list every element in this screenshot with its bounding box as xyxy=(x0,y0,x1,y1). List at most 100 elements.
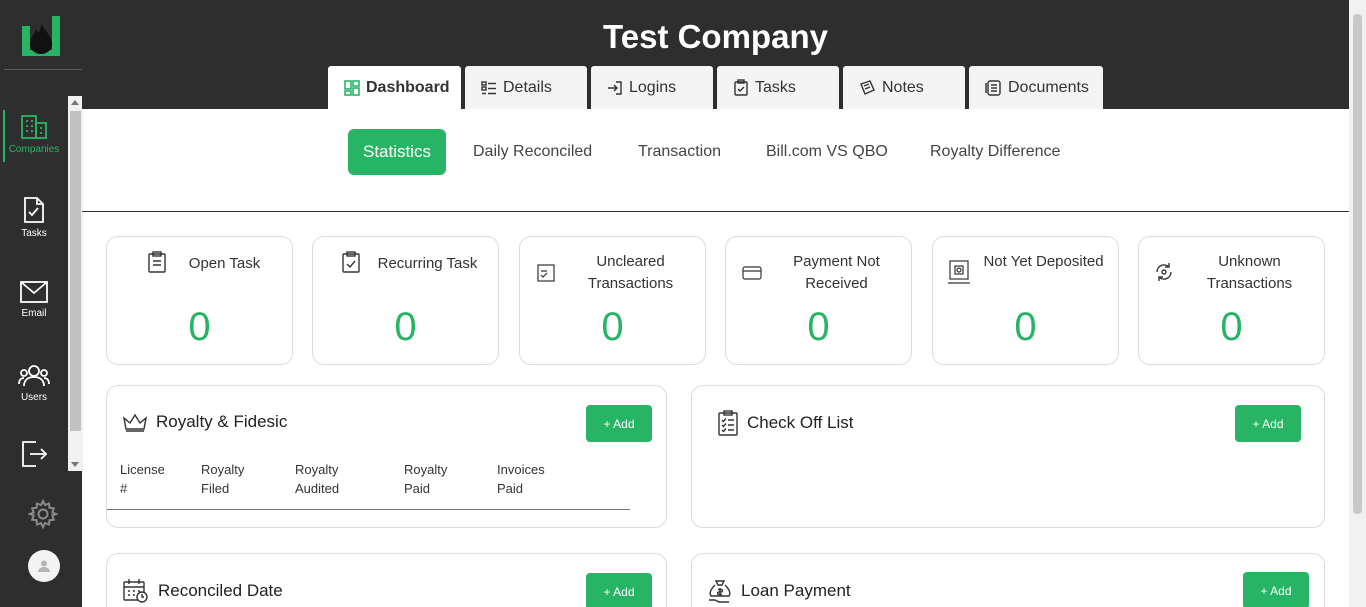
app-logo-icon[interactable] xyxy=(22,16,60,56)
stat-card-uncleared-transactions[interactable]: Uncleared Transactions 0 xyxy=(519,236,706,365)
scroll-down-icon[interactable] xyxy=(71,462,79,467)
user-avatar-icon xyxy=(38,560,50,572)
tab-label: Notes xyxy=(882,78,924,96)
stat-value: 0 xyxy=(601,305,624,349)
subtab-billcom-vs-qbo[interactable]: Bill.com VS QBO xyxy=(766,129,888,175)
stat-title: Not Yet Deposited xyxy=(983,253,1104,270)
sidebar-item-label: Email xyxy=(21,308,47,319)
building-icon xyxy=(21,115,47,139)
sidebar-item-tasks[interactable]: Tasks xyxy=(0,196,68,239)
subtab-transaction[interactable]: Transaction xyxy=(638,129,721,175)
scrollbar-thumb[interactable] xyxy=(70,111,81,431)
stat-title: Recurring Task xyxy=(377,255,478,272)
money-hand-icon xyxy=(709,580,731,603)
scroll-up-icon[interactable] xyxy=(71,100,79,105)
clipboard-check-icon xyxy=(734,79,748,96)
documents-icon xyxy=(985,80,1001,96)
panel-title-text: Check Off List xyxy=(747,413,854,432)
deposit-icon xyxy=(948,260,970,284)
table-divider xyxy=(107,509,630,510)
users-icon xyxy=(18,365,50,387)
stat-title: Open Task xyxy=(188,255,261,272)
subtab-daily-reconciled[interactable]: Daily Reconciled xyxy=(473,129,592,175)
stat-value: 0 xyxy=(1014,305,1037,349)
tab-dashboard[interactable]: Dashboard xyxy=(328,66,461,109)
logout-icon xyxy=(22,441,48,467)
header-line: Paid xyxy=(404,481,431,496)
header-line: # xyxy=(120,481,128,496)
avatar[interactable] xyxy=(28,550,60,582)
tab-tasks[interactable]: Tasks xyxy=(717,66,839,109)
header-line: Royalty xyxy=(404,462,448,477)
stat-card-unknown-transactions[interactable]: Unknown Transactions 0 xyxy=(1138,236,1325,365)
panel-title-text: Reconciled Date xyxy=(158,581,283,600)
add-reconciled-button[interactable]: + Add xyxy=(586,573,652,607)
column-header-royalty-paid[interactable]: Royalty Paid xyxy=(404,460,447,498)
sidebar-scrollbar[interactable] xyxy=(68,96,83,471)
tab-label: Dashboard xyxy=(366,78,450,96)
loan-payment-panel: Loan Payment + Add xyxy=(691,553,1325,607)
sidebar-item-companies[interactable]: Companies xyxy=(0,110,68,162)
add-loan-button[interactable]: + Add xyxy=(1243,572,1309,607)
tab-label: Tasks xyxy=(755,78,796,96)
check-off-list-panel: Check Off List + Add xyxy=(691,385,1325,528)
panel-title-text: Loan Payment xyxy=(741,581,851,600)
crown-icon xyxy=(122,413,148,432)
header-line: Filed xyxy=(201,481,230,496)
refresh-icon xyxy=(1156,263,1172,281)
header-line: License xyxy=(120,462,165,477)
task-doc-icon xyxy=(24,197,44,223)
header-line: Audited xyxy=(295,481,340,496)
subtab-royalty-difference[interactable]: Royalty Difference xyxy=(930,129,1060,175)
tab-logins[interactable]: Logins xyxy=(591,66,713,109)
stat-card-payment-not-received[interactable]: Payment Not Received 0 xyxy=(725,236,912,365)
royalty-fidesic-panel: Royalty & Fidesic + Add License # Royalt… xyxy=(106,385,667,528)
card-icon xyxy=(742,266,762,280)
stat-card-not-yet-deposited[interactable]: Not Yet Deposited 0 xyxy=(932,236,1119,365)
stat-title: Payment Not Received xyxy=(793,253,880,292)
page-scrollbar[interactable] xyxy=(1349,0,1366,607)
column-header-royalty-filed[interactable]: Royalty Filed xyxy=(201,460,244,498)
gear-icon[interactable] xyxy=(28,499,58,529)
tab-label: Details xyxy=(503,78,552,96)
panel-title: Reconciled Date xyxy=(122,578,283,604)
sidebar-item-label: Tasks xyxy=(21,228,47,239)
add-royalty-button[interactable]: + Add xyxy=(586,405,652,442)
clipboard-icon xyxy=(148,251,166,273)
tab-label: Documents xyxy=(1008,78,1089,96)
panel-title: Royalty & Fidesic xyxy=(122,412,287,432)
list-details-icon xyxy=(481,80,496,94)
clipboard-check-icon xyxy=(342,251,360,273)
stat-title: Unknown Transactions xyxy=(1206,253,1293,292)
tab-notes[interactable]: Notes xyxy=(843,66,965,109)
checklist-icon xyxy=(537,264,555,282)
logout-button[interactable] xyxy=(0,440,68,472)
reconciled-date-panel: Reconciled Date + Add xyxy=(106,553,667,607)
column-header-license[interactable]: License # xyxy=(120,460,165,498)
mail-icon xyxy=(20,281,48,303)
stat-card-recurring-task[interactable]: Recurring Task 0 xyxy=(312,236,499,365)
header-line: Invoices xyxy=(497,462,545,477)
tab-details[interactable]: Details xyxy=(465,66,587,109)
add-checkoff-button[interactable]: + Add xyxy=(1235,405,1301,442)
stat-value: 0 xyxy=(807,305,830,349)
checklist-clipboard-icon xyxy=(718,410,738,436)
sidebar-item-email[interactable]: Email xyxy=(0,280,68,319)
login-icon xyxy=(608,80,622,95)
calendar-clock-icon xyxy=(123,579,148,603)
sidebar-item-label: Companies xyxy=(8,144,60,155)
column-header-invoices-paid[interactable]: Invoices Paid xyxy=(497,460,545,498)
page-title: Test Company xyxy=(603,18,828,55)
stat-card-open-task[interactable]: Open Task 0 xyxy=(106,236,293,365)
column-header-royalty-audited[interactable]: Royalty Audited xyxy=(295,460,339,498)
sidebar: Companies Tasks Email Users xyxy=(0,0,84,607)
scrollbar-thumb[interactable] xyxy=(1353,14,1362,514)
stat-value: 0 xyxy=(394,305,417,349)
sidebar-divider xyxy=(4,69,84,70)
panel-title: Loan Payment xyxy=(707,578,851,604)
sidebar-item-users[interactable]: Users xyxy=(0,364,68,403)
header-line: Royalty xyxy=(295,462,339,477)
subtab-statistics[interactable]: Statistics xyxy=(348,129,447,175)
tab-documents[interactable]: Documents xyxy=(969,66,1103,109)
stat-value: 0 xyxy=(1220,305,1243,349)
